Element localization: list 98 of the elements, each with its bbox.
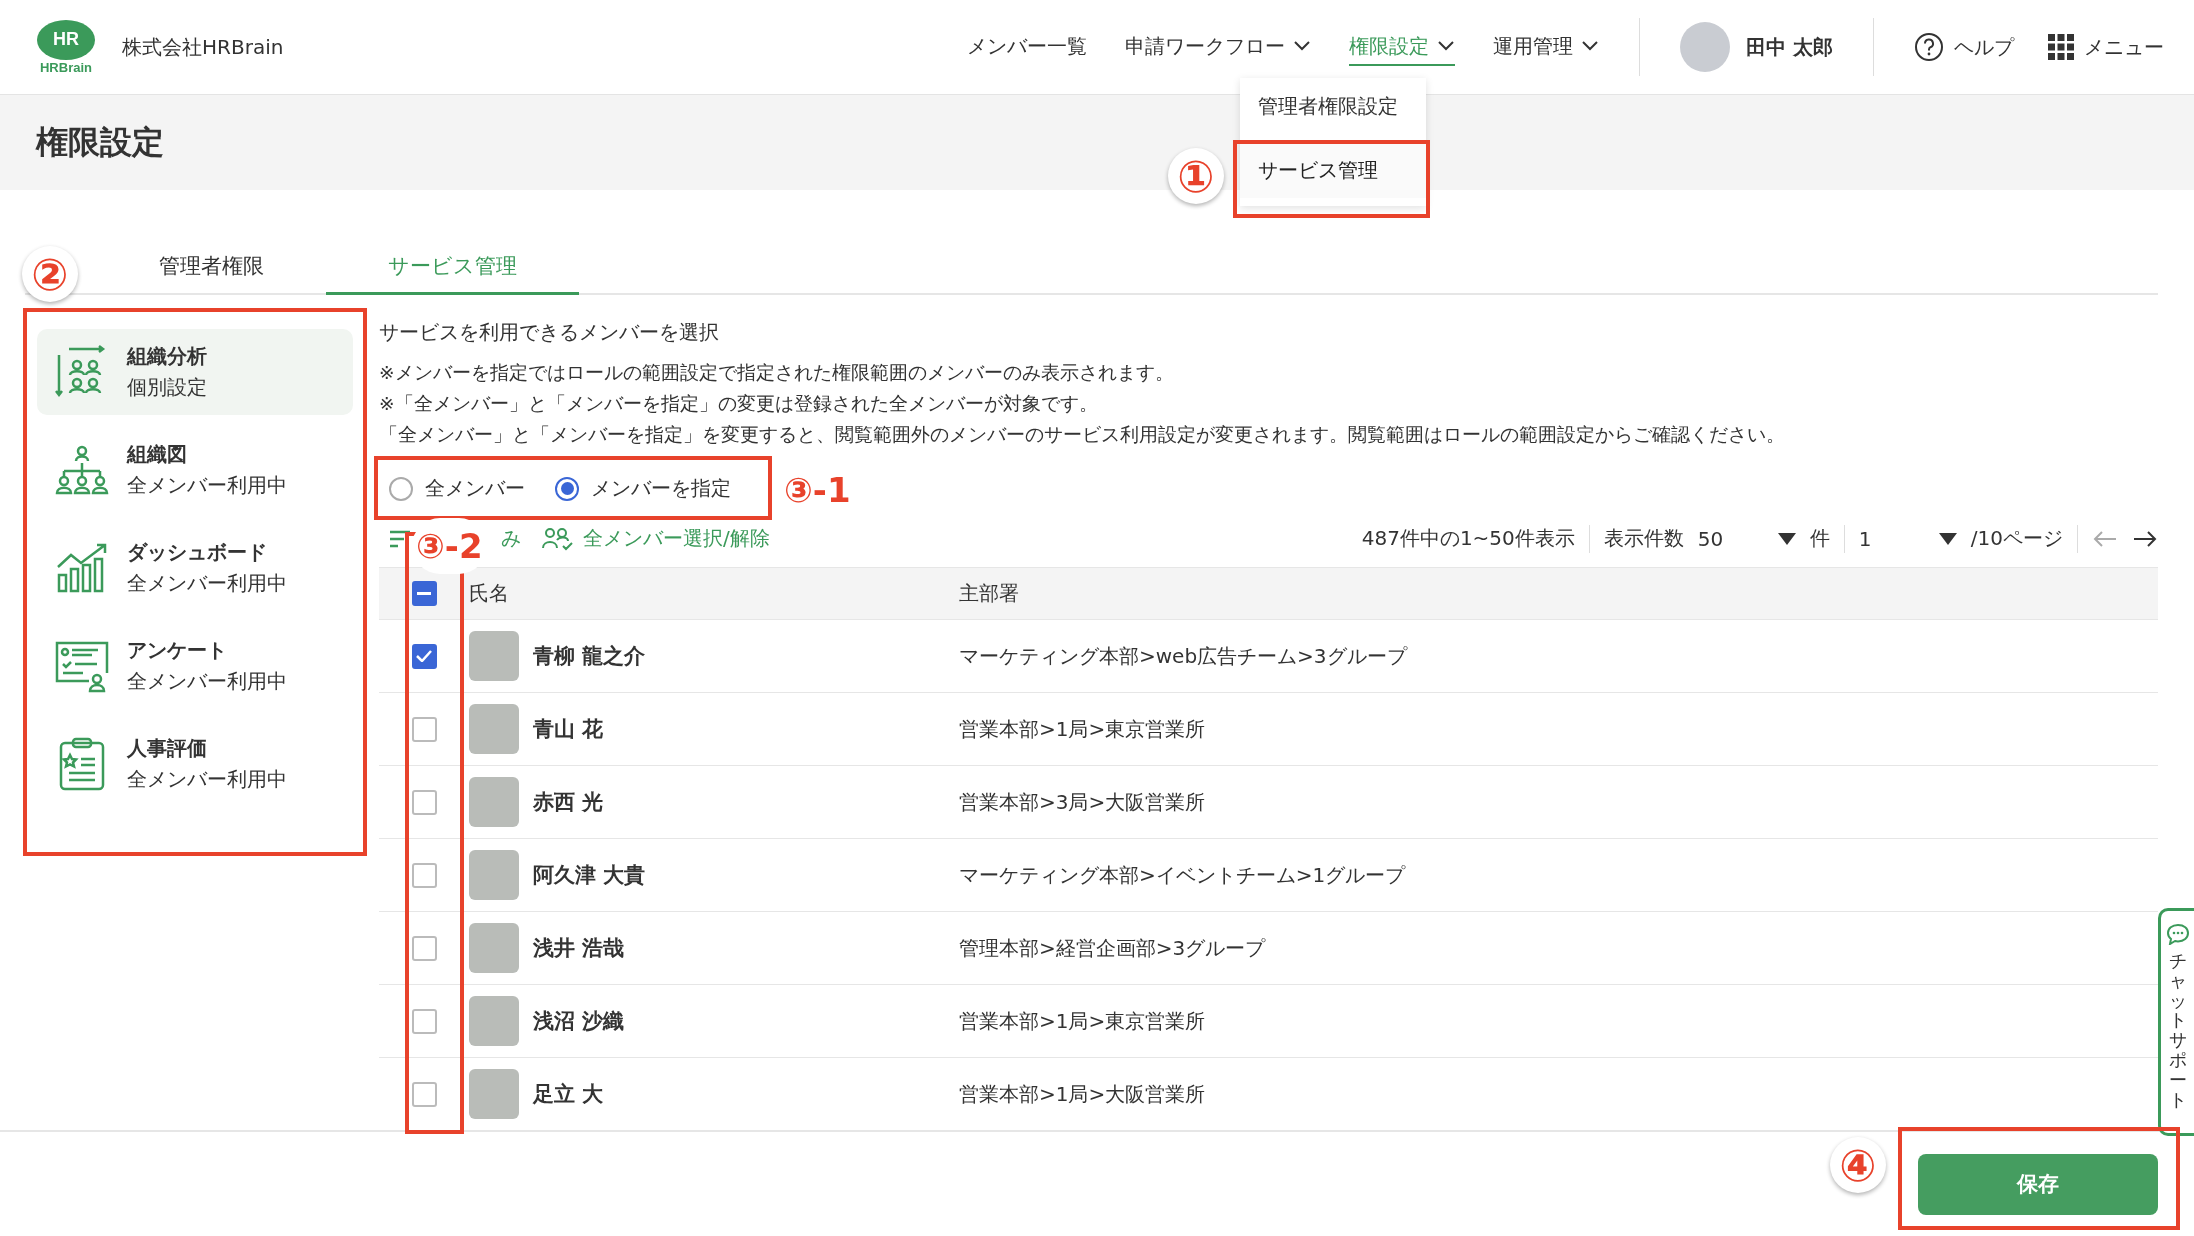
result-count: 487件中の1~50件表示 xyxy=(1361,525,1575,553)
column-header: 主部署 xyxy=(959,580,1020,607)
service-item[interactable]: 組織図 全メンバー利用中 xyxy=(37,427,353,513)
note-text: ※メンバーを指定ではロールの範囲設定で指定された権限範囲のメンバーのみ表示されます。 xyxy=(379,361,1175,385)
photo-placeholder xyxy=(469,777,519,827)
row-checkbox[interactable] xyxy=(411,1008,437,1034)
radio-button[interactable] xyxy=(389,476,413,501)
chevron-down-icon xyxy=(1293,40,1312,52)
service-name: 組織図 xyxy=(127,441,188,468)
note-text: ※「全メンバー」と「メンバーを指定」の変更は登録された全メンバーが対象です。 xyxy=(379,392,1099,416)
tab[interactable]: 管理者権限 xyxy=(97,252,326,295)
service-item[interactable]: 人事評価 全メンバー利用中 xyxy=(37,721,353,807)
dropdown-triangle-icon xyxy=(1777,532,1796,545)
department-cell-text: マーケティング本部>イベントチーム>1グループ xyxy=(959,861,1407,889)
radio-button[interactable] xyxy=(555,476,579,501)
chat-support-tab[interactable]: チャットサポート xyxy=(2158,908,2194,1136)
member-name: 浅井 浩哉 xyxy=(533,935,625,962)
people-check-icon xyxy=(541,525,575,552)
select-all-checkbox[interactable] xyxy=(411,581,437,606)
department-cell-text: 営業本部>1局>東京営業所 xyxy=(959,1007,1207,1035)
filter-lines-icon[interactable] xyxy=(389,529,411,548)
survey-form-icon xyxy=(55,639,109,693)
check-icon xyxy=(416,650,432,662)
per-page-unit: 件 xyxy=(1809,525,1830,553)
photo-placeholder xyxy=(469,996,519,1046)
row-checkbox[interactable] xyxy=(411,716,437,742)
department-cell-text: マーケティング本部>web広告チーム>3グループ xyxy=(959,642,1409,670)
member-name: 青柳 龍之介 xyxy=(533,643,646,670)
photo-placeholder xyxy=(469,850,519,900)
service-item[interactable]: ダッシュボード 全メンバー利用中 xyxy=(37,525,353,611)
photo-placeholder xyxy=(469,923,519,973)
nav-link[interactable]: 申請ワークフロー xyxy=(1125,28,1312,66)
user-avatar[interactable] xyxy=(1680,22,1731,72)
page-title: 権限設定 xyxy=(36,121,164,163)
per-page-label: 表示件数 xyxy=(1603,525,1684,553)
logo-wordmark: HRBrain xyxy=(40,59,92,75)
department-cell-text: 営業本部>1局>東京営業所 xyxy=(959,715,1207,743)
user-name: 田中 太郎 xyxy=(1746,33,1833,61)
filter-label[interactable]: み xyxy=(491,525,531,553)
page-select[interactable]: 1 xyxy=(1858,526,1957,551)
service-name: ダッシュボード xyxy=(127,539,268,566)
grid-menu-icon xyxy=(2048,34,2074,60)
photo-placeholder xyxy=(469,631,519,681)
menu-item[interactable]: 管理者権限設定 xyxy=(1240,78,1426,134)
service-status: 全メンバー利用中 xyxy=(127,472,287,499)
row-checkbox[interactable] xyxy=(411,643,437,669)
chat-bubble-icon xyxy=(2165,923,2190,945)
department-cell-text: 営業本部>1局>大阪営業所 xyxy=(959,1080,1207,1108)
row-checkbox[interactable] xyxy=(411,789,437,815)
member-name: 阿久津 大貴 xyxy=(533,862,646,889)
service-status: 全メンバー利用中 xyxy=(127,668,287,695)
chevron-down-icon xyxy=(1437,40,1456,52)
section-heading: サービスを利用できるメンバーを選択 xyxy=(379,319,720,346)
department-cell-text: 管理本部>経営企画部>3グループ xyxy=(959,934,1267,962)
photo-placeholder xyxy=(469,1069,519,1119)
chevron-down-icon xyxy=(1581,40,1600,52)
minus-icon xyxy=(417,591,431,596)
nav-link[interactable]: 権限設定 xyxy=(1349,28,1456,66)
member-name: 赤西 光 xyxy=(533,789,604,816)
service-name: 組織分析 xyxy=(127,343,207,370)
logo-mark: HR xyxy=(37,19,95,60)
step-badge: ④ xyxy=(1830,1137,1886,1193)
row-checkbox[interactable] xyxy=(411,1081,437,1107)
service-status: 全メンバー利用中 xyxy=(127,766,287,793)
row-checkbox[interactable] xyxy=(411,935,437,961)
previous-arrow-icon[interactable] xyxy=(2092,528,2118,549)
column-header: 氏名 xyxy=(469,580,510,607)
select-all-button[interactable]: 全メンバー選択/解除 xyxy=(531,525,780,553)
radio-option[interactable]: メンバーを指定 xyxy=(555,475,731,503)
member-name: 浅沼 沙織 xyxy=(533,1008,625,1035)
bar-chart-icon xyxy=(55,541,109,595)
service-status: 全メンバー利用中 xyxy=(127,570,287,597)
member-name: 青山 花 xyxy=(533,716,604,743)
page-total: /10ページ xyxy=(1970,525,2063,553)
per-page-select[interactable]: 50 xyxy=(1697,526,1796,551)
company-name: 株式会社HRBrain xyxy=(122,33,284,61)
photo-placeholder xyxy=(469,704,519,754)
note-text: 「全メンバー」と「メンバーを指定」を変更すると、閲覧範囲外のメンバーのサービス利用設定が変更されます。閲覧範囲はロールの範囲設定からご確認ください。 xyxy=(379,423,1786,447)
nav-link[interactable]: 運用管理 xyxy=(1493,28,1600,66)
service-name: アンケート xyxy=(127,637,228,664)
service-status: 個別設定 xyxy=(127,374,207,401)
tab[interactable]: サービス管理 xyxy=(326,252,579,295)
row-checkbox[interactable] xyxy=(411,862,437,888)
step-badge: ② xyxy=(22,246,78,302)
service-item[interactable]: 組織分析 個別設定 xyxy=(37,329,353,415)
help-link[interactable]: ヘルプ xyxy=(1914,32,2014,62)
department-cell-text: 営業本部>3局>大阪営業所 xyxy=(959,788,1207,816)
help-icon xyxy=(1914,32,1944,62)
org-chart-icon xyxy=(55,443,109,497)
nav-link[interactable]: メンバー一覧 xyxy=(967,28,1088,66)
dropdown-triangle-icon xyxy=(1938,532,1957,545)
member-name: 足立 大 xyxy=(533,1081,604,1108)
menu-item[interactable]: サービス管理 xyxy=(1240,142,1426,198)
service-name: 人事評価 xyxy=(127,735,208,762)
radio-option[interactable]: 全メンバー xyxy=(389,475,525,503)
service-item[interactable]: アンケート 全メンバー利用中 xyxy=(37,623,353,709)
next-arrow-icon[interactable] xyxy=(2132,528,2158,549)
menu-link[interactable]: メニュー xyxy=(2048,33,2164,61)
